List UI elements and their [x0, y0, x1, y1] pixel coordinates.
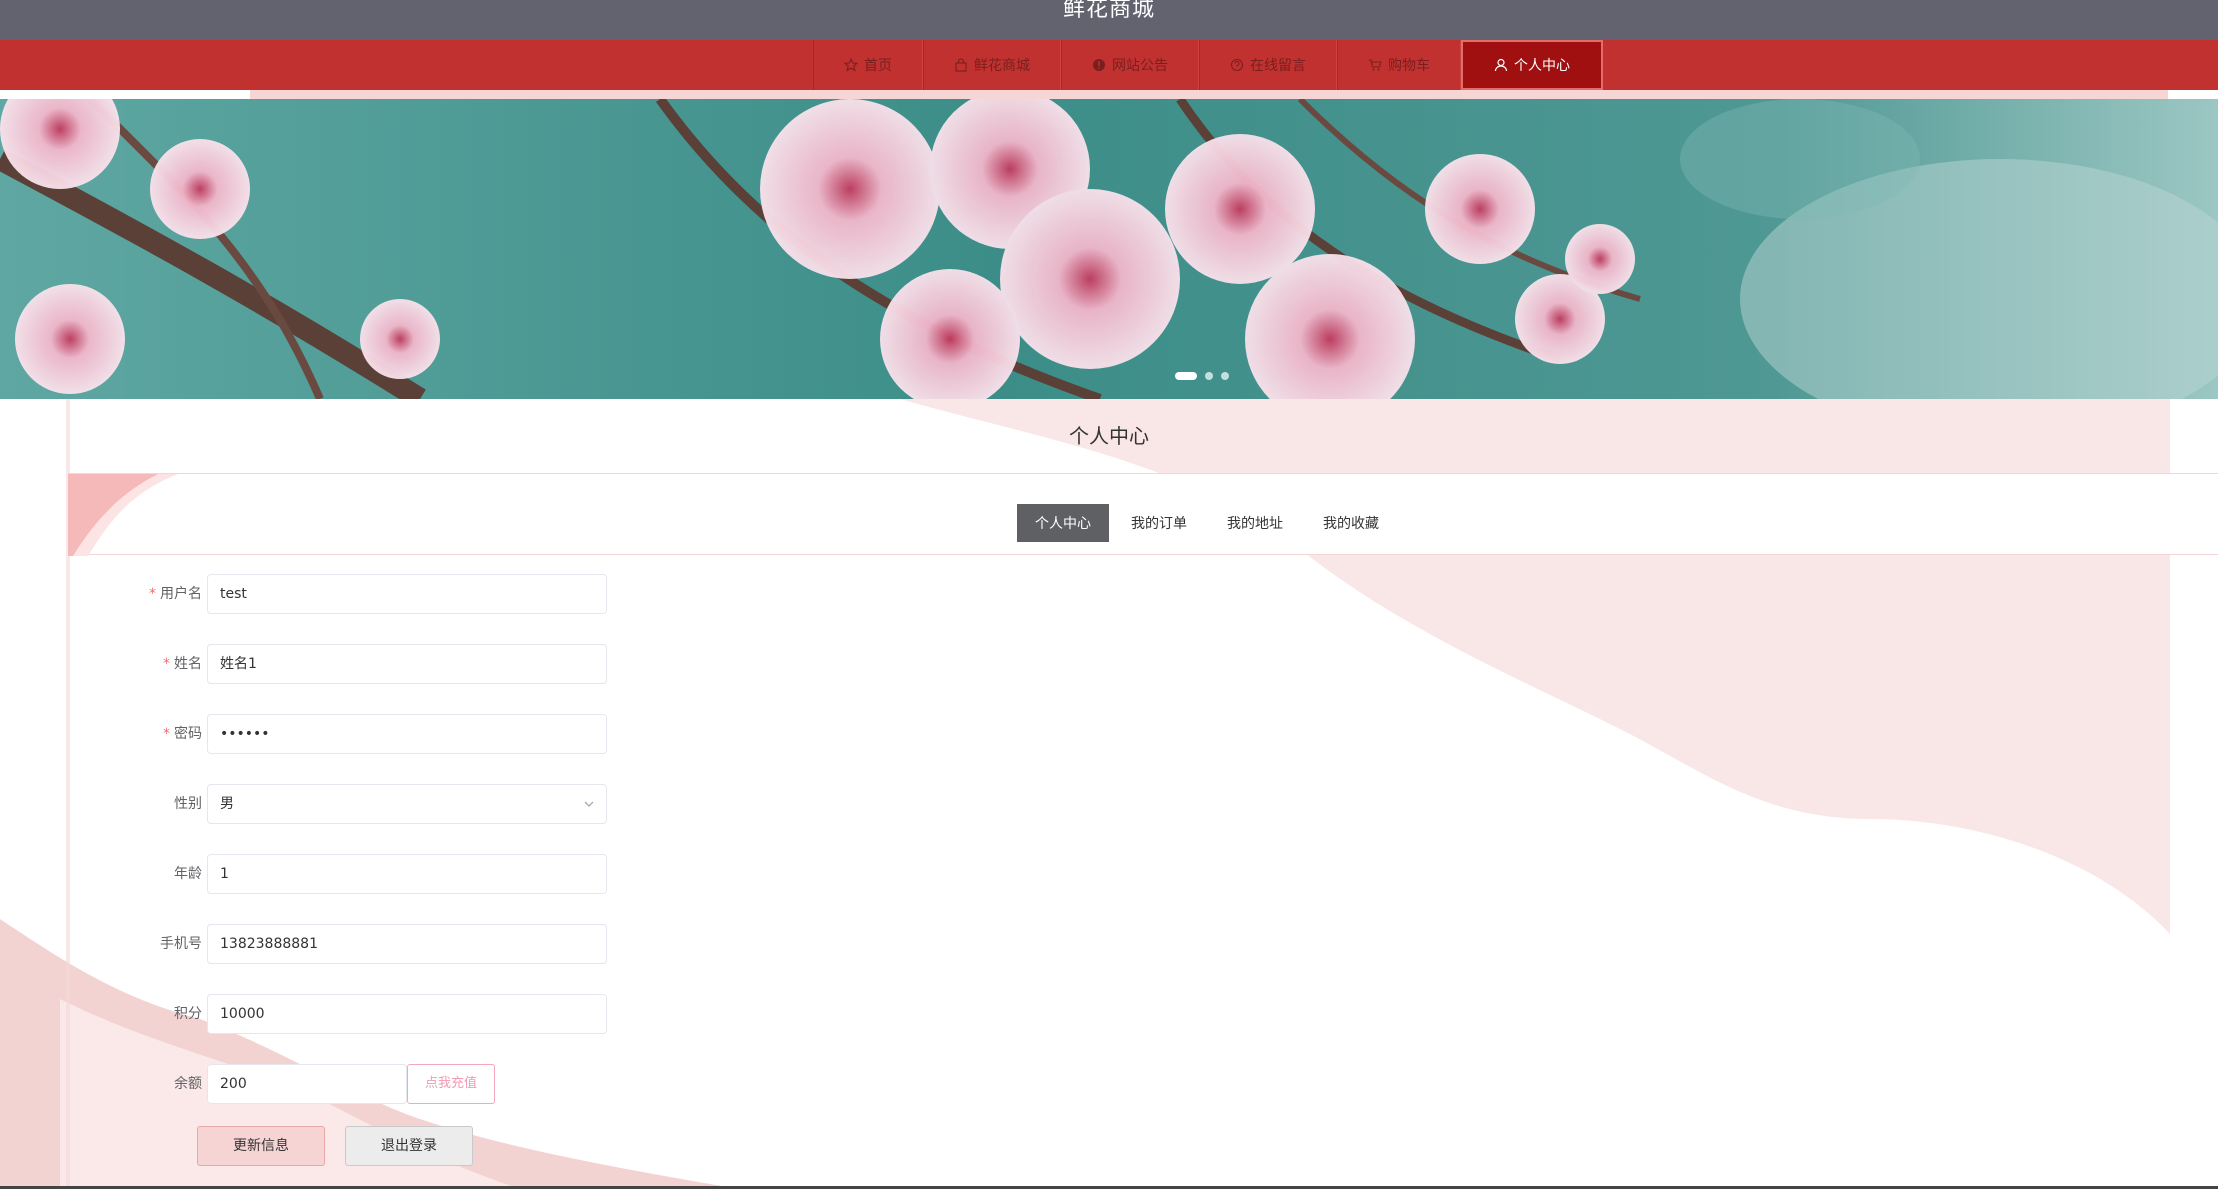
age-input[interactable]: 1: [207, 854, 607, 894]
tab-profile[interactable]: 个人中心: [1017, 504, 1109, 542]
label-text: 手机号: [160, 936, 202, 952]
gender-label: 性别: [174, 784, 202, 824]
nav-item-cart[interactable]: 购物车: [1337, 40, 1461, 90]
corner-decoration: [68, 474, 178, 556]
required-mark: *: [163, 726, 170, 742]
cherry-blossom-image: [0, 99, 2218, 399]
logout-button[interactable]: 退出登录: [345, 1126, 473, 1166]
bag-icon: [955, 58, 967, 72]
carousel-dot[interactable]: [1175, 372, 1197, 380]
age-label: 年龄: [174, 854, 202, 894]
tab-favorites[interactable]: 我的收藏: [1305, 504, 1397, 542]
username-input[interactable]: test: [207, 574, 607, 614]
name-label: * 姓名: [163, 644, 202, 684]
page-title: 个人中心: [1069, 424, 1149, 448]
info-icon: [1093, 59, 1105, 71]
carousel-dot[interactable]: [1205, 372, 1213, 380]
points-label: 积分: [174, 994, 202, 1034]
nav-item-home[interactable]: 首页: [813, 40, 923, 90]
nav-item-label: 首页: [864, 58, 892, 74]
form-row-password: * 密码 ••••••: [130, 714, 610, 754]
chevron-down-icon: [584, 801, 594, 807]
name-input[interactable]: 姓名1: [207, 644, 607, 684]
recharge-button[interactable]: 点我充值: [407, 1064, 495, 1104]
user-icon: [1494, 58, 1508, 72]
nav-item-label: 网站公告: [1112, 58, 1168, 74]
tabs-band: 个人中心 我的订单 我的地址 我的收藏: [68, 473, 2218, 556]
username-label: * 用户名: [149, 574, 202, 614]
password-input[interactable]: ••••••: [207, 714, 607, 754]
form-row-balance: 余额 200 点我充值: [130, 1064, 610, 1104]
nav-item-label: 鲜花商城: [974, 58, 1030, 74]
banner-carousel[interactable]: [0, 99, 2218, 399]
form-row-username: * 用户名 test: [130, 574, 610, 614]
form-row-points: 积分 10000: [130, 994, 610, 1034]
password-label: * 密码: [163, 714, 202, 754]
nav-item-label: 个人中心: [1514, 58, 1570, 74]
message-icon: [1231, 58, 1243, 72]
star-icon: [844, 58, 858, 72]
nav-item-label: 购物车: [1388, 58, 1430, 74]
points-input[interactable]: 10000: [207, 994, 607, 1034]
form-row-gender: 性别 男: [130, 784, 610, 824]
site-title: 鲜花商城: [1062, 0, 1155, 22]
label-text: 姓名: [174, 656, 202, 672]
nav-item-label: 在线留言: [1250, 58, 1306, 74]
required-mark: *: [163, 656, 170, 672]
tab-orders[interactable]: 我的订单: [1113, 504, 1205, 542]
phone-label: 手机号: [160, 924, 202, 964]
main-nav: 首页 鲜花商城 网站公告 在线留言 购物车 个人中心: [0, 40, 2218, 90]
tab-address[interactable]: 我的地址: [1209, 504, 1301, 542]
form-row-age: 年龄 1: [130, 854, 610, 894]
cart-icon: [1369, 59, 1382, 71]
form-row-phone: 手机号 13823888881: [130, 924, 610, 964]
phone-input[interactable]: 13823888881: [207, 924, 607, 964]
update-info-button[interactable]: 更新信息: [197, 1126, 325, 1166]
label-text: 积分: [174, 1006, 202, 1022]
label-text: 密码: [174, 726, 202, 742]
title-bar: 鲜花商城: [0, 0, 2218, 40]
nav-item-shop[interactable]: 鲜花商城: [923, 40, 1061, 90]
form-row-name: * 姓名 姓名1: [130, 644, 610, 684]
required-mark: *: [149, 586, 156, 602]
balance-input[interactable]: 200: [207, 1064, 407, 1104]
nav-item-notice[interactable]: 网站公告: [1061, 40, 1199, 90]
carousel-indicators: [1175, 372, 1229, 380]
label-text: 用户名: [160, 586, 202, 602]
gender-select[interactable]: 男: [207, 784, 607, 824]
nav-item-profile[interactable]: 个人中心: [1461, 40, 1603, 90]
label-text: 性别: [174, 796, 202, 812]
gender-value: 男: [220, 796, 234, 812]
nav-item-message[interactable]: 在线留言: [1199, 40, 1337, 90]
balance-label: 余额: [174, 1064, 202, 1104]
profile-tabs: 个人中心 我的订单 我的地址 我的收藏: [1017, 504, 1397, 542]
label-text: 余额: [174, 1076, 202, 1092]
carousel-dot[interactable]: [1221, 372, 1229, 380]
label-text: 年龄: [174, 866, 202, 882]
